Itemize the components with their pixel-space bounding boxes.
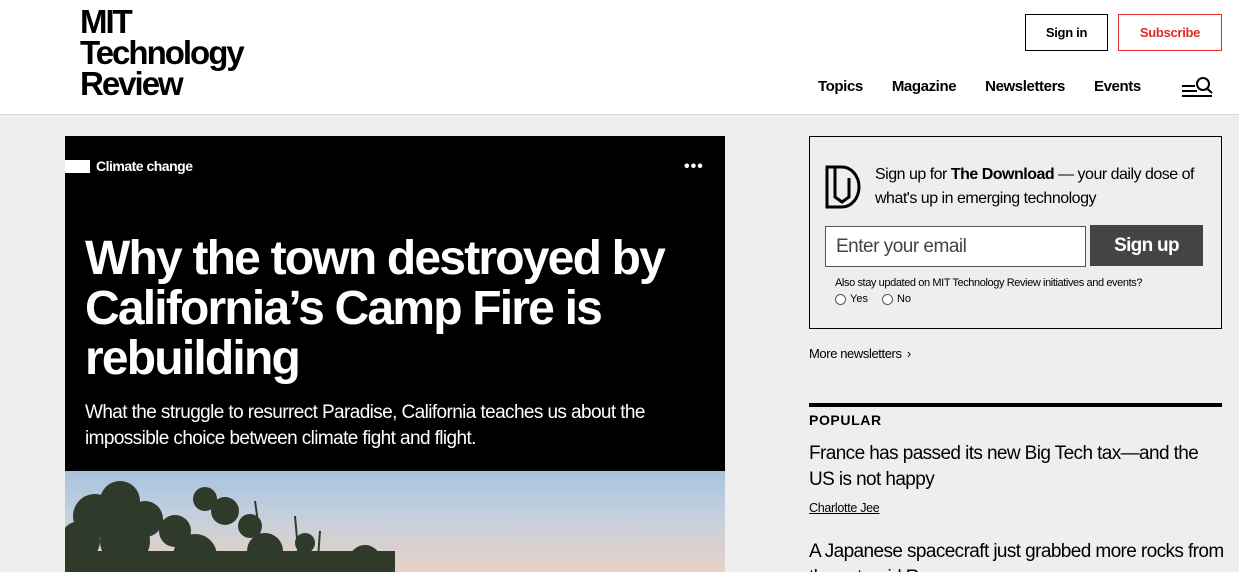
popular-heading: POPULAR — [809, 412, 882, 428]
signup-pitch: Sign up for The Download — your daily do… — [875, 163, 1205, 211]
logo-line-1: MIT — [80, 3, 133, 40]
nav-topics[interactable]: Topics — [818, 78, 863, 95]
nav-events[interactable]: Events — [1094, 78, 1141, 95]
more-newsletters-link[interactable]: More newsletters › — [809, 346, 911, 361]
signup-lead: Sign up for — [875, 166, 951, 183]
newsletter-signup-box: Sign up for The Download — your daily do… — [809, 136, 1222, 329]
hero-photo[interactable] — [65, 471, 725, 572]
hero-article-card[interactable]: Climate change ••• Why the town destroye… — [65, 136, 725, 572]
more-newsletters-label: More newsletters — [809, 346, 902, 361]
popular-item-1-headline[interactable]: France has passed its new Big Tech tax—a… — [809, 441, 1224, 493]
email-input[interactable] — [825, 226, 1086, 267]
newsletter-name: The Download — [950, 166, 1055, 183]
sign-in-button[interactable]: Sign in — [1025, 14, 1108, 51]
sign-up-button[interactable]: Sign up — [1090, 225, 1203, 266]
topic-tag[interactable]: Climate change — [65, 158, 193, 174]
topic-tag-label: Climate change — [96, 158, 193, 174]
nav-newsletters[interactable]: Newsletters — [985, 78, 1065, 95]
yes-label: Yes — [850, 293, 868, 305]
nav-magazine[interactable]: Magazine — [892, 78, 957, 95]
more-dots-icon[interactable]: ••• — [684, 159, 704, 175]
yes-radio[interactable] — [835, 293, 846, 305]
no-radio[interactable] — [881, 293, 893, 305]
opt-in-radio-group: Yes No — [835, 293, 921, 305]
hero-headline[interactable]: Why the town destroyed by California’s C… — [85, 234, 715, 384]
logo-line-2: Technology — [80, 34, 245, 71]
subscribe-button[interactable]: Subscribe — [1118, 14, 1222, 51]
also-stay-question: Also stay updated on MIT Technology Revi… — [835, 277, 1143, 289]
the-download-logo-icon — [825, 165, 861, 209]
no-label: No — [896, 293, 912, 305]
popular-item-2-headline[interactable]: A Japanese spacecraft just grabbed more … — [809, 539, 1224, 572]
chevron-right-icon: › — [906, 346, 911, 361]
popular-divider — [809, 403, 1222, 407]
hero-dek: What the struggle to resurrect Paradise,… — [85, 402, 645, 449]
logo-line-3: Review — [80, 65, 184, 102]
trees-photo-silhouette — [65, 481, 395, 572]
popular-item-1-author[interactable]: Charlotte Jee — [809, 501, 880, 515]
tag-bar — [65, 159, 90, 173]
site-header: MIT Technology Review Sign in Subscribe … — [0, 0, 1239, 115]
mit-technology-review-logo[interactable]: MIT Technology Review — [80, 3, 245, 102]
main-nav: Topics Magazine Newsletters Events — [818, 78, 1141, 95]
menu-search-icon[interactable] — [1181, 76, 1213, 98]
